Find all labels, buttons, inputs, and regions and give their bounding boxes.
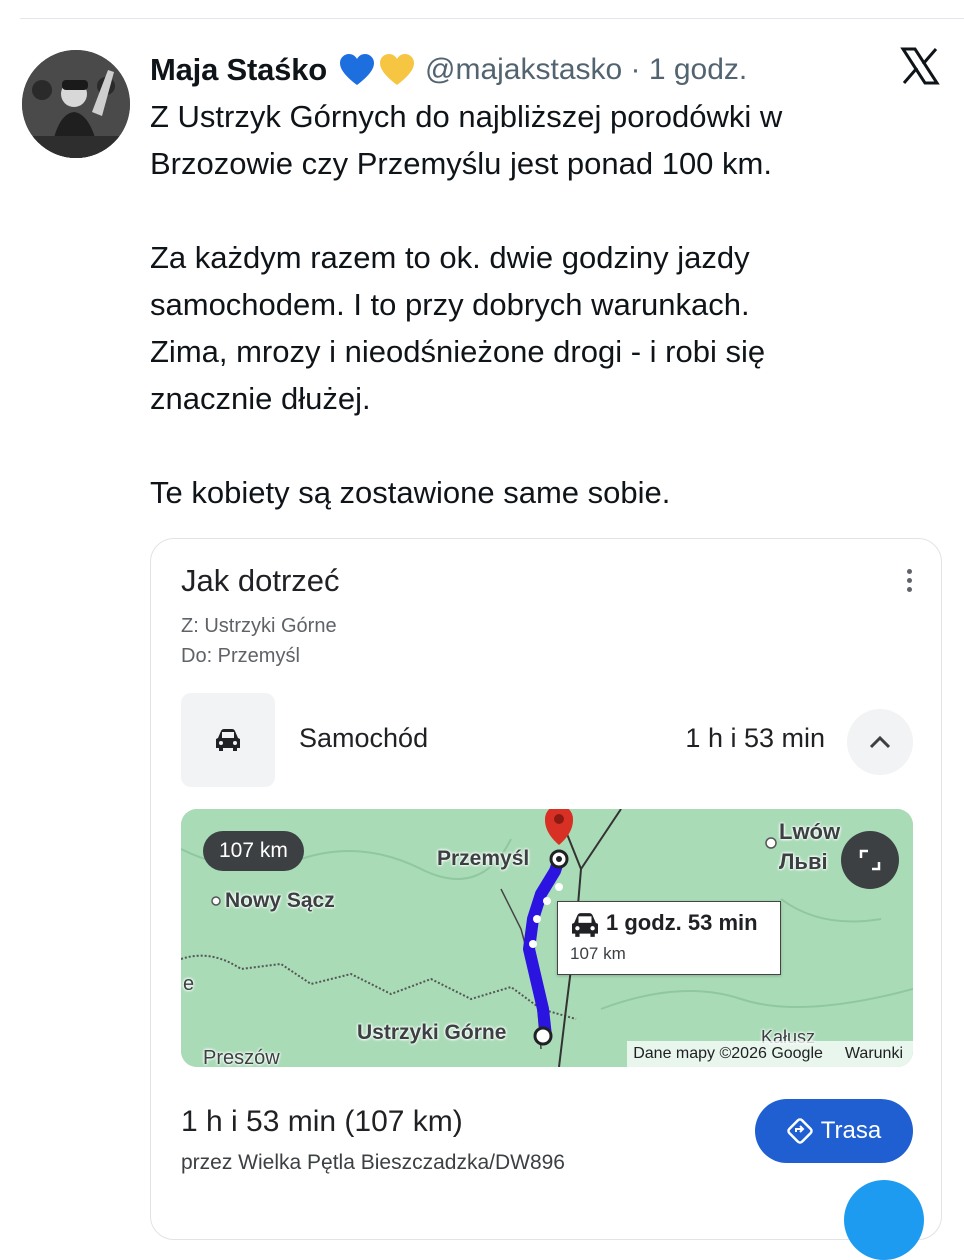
place-nowy-sacz: Nowy Sącz: [225, 889, 335, 912]
handle-and-time[interactable]: @majakstasko · 1 godz.: [425, 53, 747, 87]
car-icon: [216, 729, 240, 751]
tweet-header: Maja Staśko @majakstasko · 1 godz.: [150, 50, 944, 90]
map-attribution: Dane mapy ©2026 Google Warunki: [627, 1041, 913, 1067]
route-button-label: Trasa: [820, 1117, 882, 1144]
place-e: e: [183, 973, 195, 995]
yellow-heart-icon: [380, 54, 414, 85]
route-map[interactable]: 107 km Przemyśl Nowy Sącz Ustrzyki Górne…: [181, 809, 913, 1067]
chevron-up-icon: [869, 735, 891, 749]
travel-mode-button[interactable]: [181, 693, 275, 787]
terms-link[interactable]: Warunki: [845, 1045, 903, 1063]
callout-distance: 107 km: [570, 944, 626, 963]
attribution-text: Dane mapy ©2026 Google: [633, 1045, 823, 1062]
expand-map-button[interactable]: [841, 831, 899, 889]
expand-icon: [859, 849, 881, 871]
place-lwow: Lwów: [779, 819, 841, 844]
to-location: Do: Przemyśl: [181, 645, 300, 667]
collapse-button[interactable]: [847, 709, 913, 775]
author-name[interactable]: Maja Staśko: [150, 52, 327, 88]
route-via: przez Wielka Pętla Bieszczadzka/DW896: [181, 1151, 565, 1174]
route-summary: 1 h i 53 min (107 km): [181, 1105, 463, 1138]
more-options-icon[interactable]: [905, 569, 913, 597]
directions-icon: [787, 1118, 813, 1144]
mode-duration: 1 h i 53 min: [685, 723, 825, 753]
route-callout: 1 godz. 53 min 107 km: [557, 901, 781, 975]
card-title: Jak dotrzeć: [181, 563, 340, 598]
mode-label: Samochód: [299, 723, 429, 753]
place-przemysl: Przemyśl: [437, 847, 530, 870]
author-emojis: [339, 53, 415, 87]
blue-heart-icon: [340, 54, 374, 85]
from-location: Z: Ustrzyki Górne: [181, 615, 337, 637]
place-rzeszow: Preszów: [203, 1047, 280, 1067]
callout-time: 1 godz. 53 min: [606, 910, 758, 935]
car-icon: [572, 913, 598, 937]
x-logo-icon: [900, 47, 940, 85]
place-ustrzyki-gorne: Ustrzyki Górne: [357, 1021, 507, 1044]
tweet-text: Z Ustrzyk Górnych do najbliższej porodów…: [150, 99, 783, 510]
top-divider: [20, 18, 964, 19]
compose-fab[interactable]: [844, 1180, 924, 1260]
maps-directions-card[interactable]: Jak dotrzeć Z: Ustrzyki Górne Do: Przemy…: [150, 538, 942, 1240]
place-lvi: Львi: [779, 849, 828, 874]
avatar[interactable]: [22, 50, 130, 158]
route-button[interactable]: Trasa: [755, 1099, 913, 1163]
distance-pill: 107 km: [203, 831, 304, 871]
